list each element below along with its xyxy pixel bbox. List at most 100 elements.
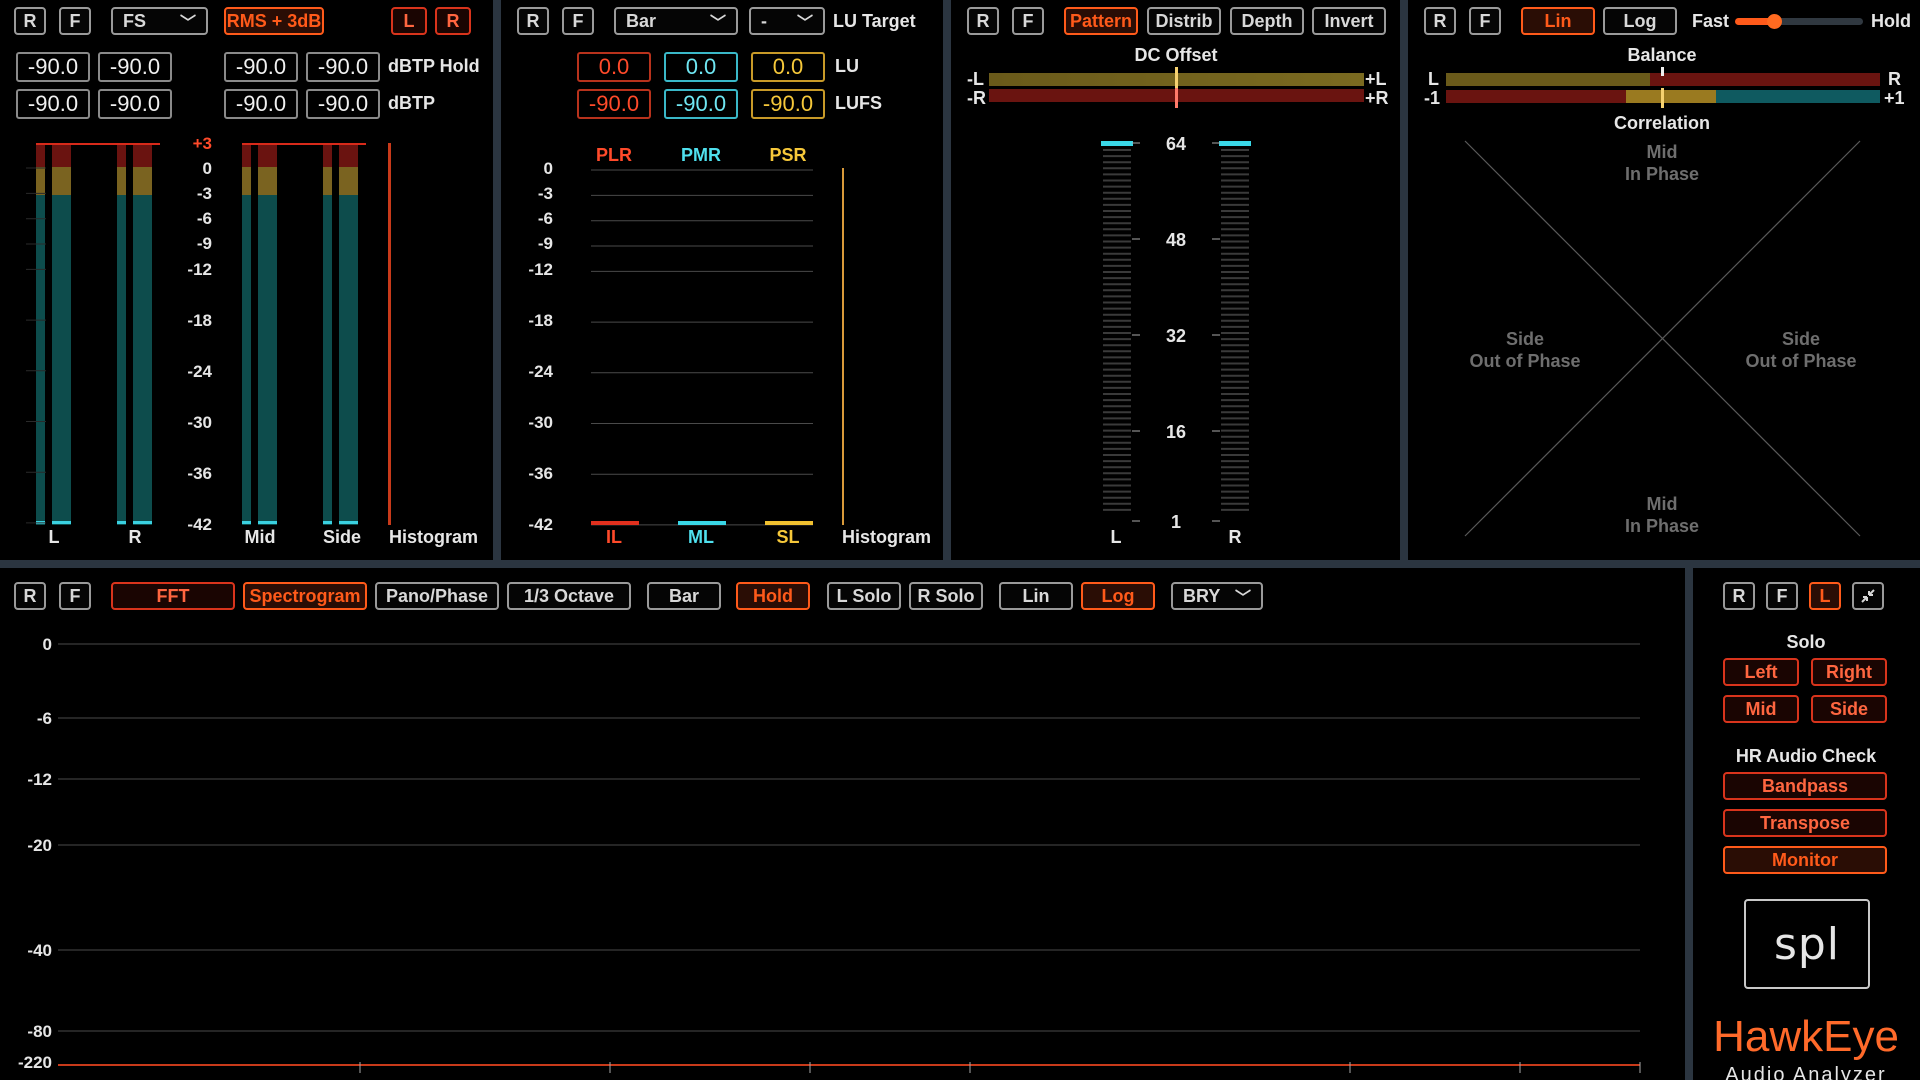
- mid-bottom-label: Mid: [1646, 494, 1678, 514]
- level-scale-m9: -9: [196, 234, 212, 253]
- dc-offset-right-marker: [1175, 88, 1178, 108]
- bandpass-button[interactable]: Bandpass: [1723, 772, 1887, 800]
- meter-label-r: R: [128, 527, 142, 547]
- side-left-sublabel: Out of Phase: [1469, 351, 1581, 371]
- mid-bottom-sublabel: In Phase: [1624, 516, 1700, 536]
- level-histogram-label: Histogram: [389, 527, 479, 547]
- lu-scale-m42: -42: [528, 515, 553, 534]
- meter-bar: [133, 195, 152, 525]
- collapse-button[interactable]: [1852, 582, 1884, 610]
- bit-scale-16: 16: [1165, 422, 1187, 442]
- mid-top-label: Mid: [1646, 142, 1678, 162]
- solo-left-button[interactable]: Left: [1723, 658, 1799, 686]
- corr-bar-mid: [1626, 90, 1716, 103]
- meter-warn-zone: [323, 167, 332, 195]
- loudness-grid: [591, 168, 844, 526]
- ml-label: ML: [688, 527, 714, 547]
- meter-bar: [52, 195, 71, 525]
- divider-v4: [1685, 566, 1693, 1080]
- meter-peak: [52, 521, 71, 524]
- stereo-graphics: [1446, 67, 1880, 537]
- divider-v2: [943, 0, 951, 562]
- level-meters: [26, 143, 391, 525]
- mid-top-sublabel: In Phase: [1624, 164, 1700, 184]
- level-scale-m30: -30: [187, 413, 212, 432]
- product-name: HawkEye: [1713, 1012, 1899, 1061]
- lu-scale-m18: -18: [528, 311, 553, 330]
- level-histogram-bar: [388, 143, 391, 525]
- bit-meter-r-peak: [1219, 141, 1251, 146]
- loudness-histogram-bar: [842, 168, 844, 525]
- meter-peak: [117, 521, 126, 524]
- solo-mid-button[interactable]: Mid: [1723, 695, 1799, 723]
- meter-peak: [258, 521, 277, 524]
- freeze-button[interactable]: F: [1766, 582, 1798, 610]
- divider-v1: [493, 0, 501, 562]
- meter-label-l: L: [48, 527, 60, 547]
- spec-y-m20: -20: [27, 836, 52, 855]
- meter-peak: [242, 521, 251, 524]
- meter-bar: [258, 195, 277, 525]
- spl-logo: spl: [1744, 899, 1870, 989]
- collapse-icon: [1861, 589, 1875, 603]
- bit-scale-48: 48: [1165, 230, 1187, 250]
- bit-meter-l-peak: [1101, 141, 1133, 146]
- loudness-histogram-label: Histogram: [842, 527, 932, 547]
- bit-scale-64: 64: [1165, 134, 1187, 154]
- transpose-button[interactable]: Transpose: [1723, 809, 1887, 837]
- solo-side-button[interactable]: Side: [1811, 695, 1887, 723]
- side-left-label: Side: [1505, 329, 1545, 349]
- meter-clip-zone: [242, 143, 251, 167]
- meter-clip-zone: [36, 143, 45, 167]
- monitor-button[interactable]: Monitor: [1723, 846, 1887, 874]
- spectrum-panel: R F FFT Spectrogram Pano/Phase 1/3 Octav…: [0, 568, 1685, 1080]
- balance-marker: [1661, 67, 1664, 76]
- level-scale-m24: -24: [187, 362, 212, 381]
- corr-bar-neg: [1446, 90, 1626, 103]
- hr-audio-check-title: HR Audio Check: [1735, 746, 1877, 766]
- spec-y-0: 0: [42, 635, 52, 654]
- meter-warn-zone: [258, 167, 277, 195]
- level-scale-plus3: +3: [192, 134, 212, 153]
- bit-scale-1: 1: [1170, 512, 1182, 532]
- divider-v3: [1400, 0, 1408, 562]
- correlation-marker: [1661, 88, 1664, 108]
- level-meter-panel: R F FS ﹀ RMS + 3dB L R -90.0 -90.0 -90.0…: [0, 0, 493, 560]
- meter-warn-zone: [242, 167, 251, 195]
- meter-warn-zone: [36, 167, 45, 195]
- solo-right-button[interactable]: Right: [1811, 658, 1887, 686]
- left-toggle-button[interactable]: L: [1809, 582, 1841, 610]
- lu-scale-m3: -3: [537, 184, 553, 203]
- level-scale-m3: -3: [196, 184, 212, 203]
- reset-button[interactable]: R: [1723, 582, 1755, 610]
- meter-warn-zone: [117, 167, 126, 195]
- meter-clip-zone: [117, 143, 126, 167]
- meter-clip-zone: [52, 143, 71, 167]
- bit-depth-panel: R F Pattern Distrib Depth Invert DC Offs…: [951, 0, 1400, 560]
- meter-bar: [117, 195, 126, 525]
- meter-warn-zone: [52, 167, 71, 195]
- sl-label: SL: [776, 527, 800, 547]
- lu-scale-m9: -9: [537, 234, 553, 253]
- lu-scale-0: 0: [543, 159, 553, 178]
- spl-logo-text: spl: [1773, 918, 1841, 970]
- lu-scale-m30: -30: [528, 413, 553, 432]
- bit-meters: [989, 67, 1364, 522]
- side-right-label: Side: [1781, 329, 1821, 349]
- divider-h: [0, 560, 1920, 568]
- stereo-panel: R F Lin Log Fast Hold Balance L R -1 +1 …: [1408, 0, 1920, 560]
- meter-bar: [323, 195, 332, 525]
- solo-side-panel: R F L Solo Left Right Mid Side HR Audio …: [1693, 568, 1920, 1080]
- meter-bar: [242, 195, 251, 525]
- meter-peak: [133, 521, 152, 524]
- corr-bar-pos: [1716, 90, 1880, 103]
- loudness-panel: R F Bar ﹀ - ﹀ LU Target 0.0 0.0 0.0 LU -…: [501, 0, 943, 560]
- meter-clip-zone: [258, 143, 277, 167]
- meter-top-line: [36, 143, 160, 145]
- meter-warn-zone: [339, 167, 358, 195]
- spec-y-m12: -12: [27, 770, 52, 789]
- side-right-sublabel: Out of Phase: [1745, 351, 1857, 371]
- il-bar: [591, 521, 639, 525]
- meter-warn-zone: [133, 167, 152, 195]
- spectrum-grid: [58, 643, 1641, 1073]
